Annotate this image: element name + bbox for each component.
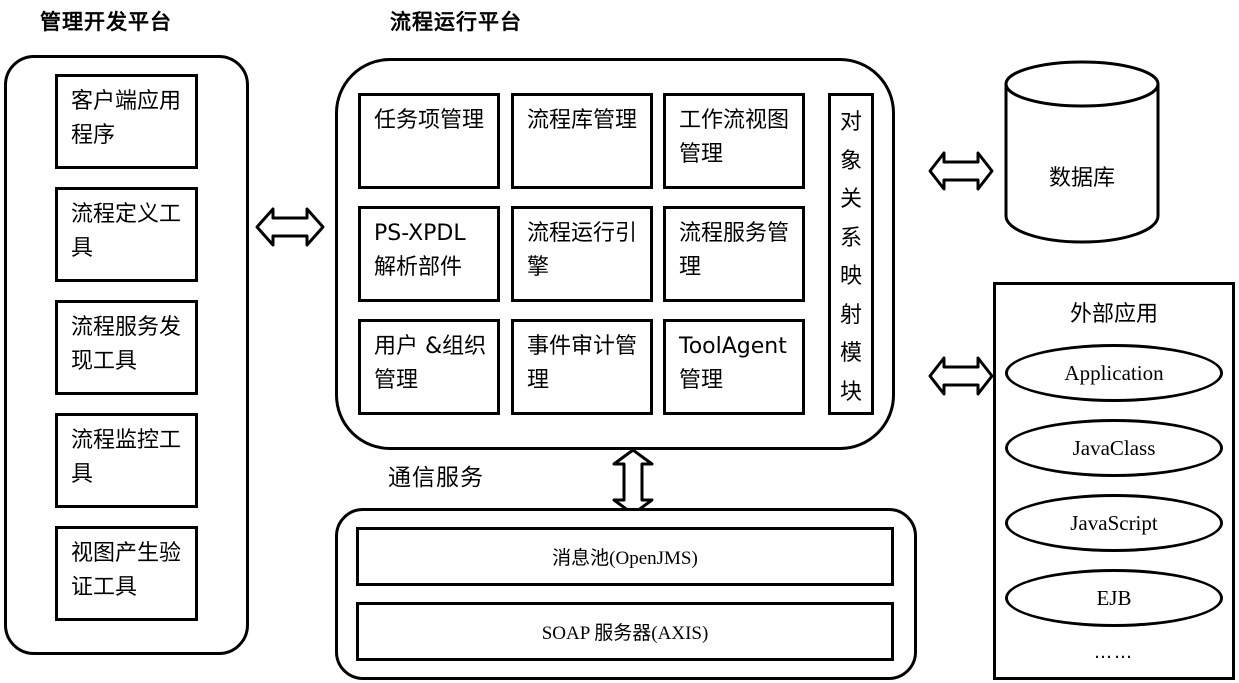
bidirectional-arrow-runtime-communication	[612, 448, 654, 516]
bidirectional-arrow-runtime-database	[928, 151, 994, 191]
runtime-module-ps-xpdl-parser: PS-XPDL解析部件	[358, 206, 500, 302]
external-app-javascript: JavaScript	[1005, 494, 1223, 552]
runtime-module-service-management: 流程服务管理	[663, 206, 805, 302]
management-platform-title: 管理开发平台	[40, 10, 172, 34]
database-cylinder	[1004, 60, 1160, 244]
runtime-module-orm: 对 象 关 系 映 射 模 块	[828, 93, 874, 415]
management-item-view-validation-tool: 视图产生验证工具	[55, 526, 198, 621]
runtime-module-task-management: 任务项管理	[358, 93, 500, 189]
orm-char: 映	[839, 264, 862, 289]
orm-char: 模	[839, 341, 862, 366]
external-app-application: Application	[1005, 344, 1223, 402]
management-item-client-app: 客户端应用程序	[55, 74, 198, 169]
runtime-module-process-library: 流程库管理	[511, 93, 653, 189]
management-item-process-definition-tool: 流程定义工具	[55, 187, 198, 282]
bidirectional-arrow-mgmt-runtime	[255, 207, 325, 247]
orm-char: 块	[839, 379, 862, 405]
orm-char: 系	[839, 225, 862, 251]
orm-char: 对	[839, 110, 862, 135]
message-pool-openjms: 消息池(OpenJMS)	[356, 527, 894, 586]
runtime-module-workflow-view: 工作流视图管理	[663, 93, 805, 189]
management-item-service-discovery-tool: 流程服务发现工具	[55, 300, 198, 395]
runtime-module-process-engine: 流程运行引擎	[511, 206, 653, 302]
soap-server-axis: SOAP 服务器(AXIS)	[356, 602, 894, 661]
external-apps-title: 外部应用	[1069, 302, 1158, 327]
runtime-platform-title: 流程运行平台	[390, 10, 522, 34]
external-app-javaclass: JavaClass	[1005, 419, 1223, 477]
communication-service-title: 通信服务	[388, 465, 484, 491]
runtime-module-toolagent: ToolAgent 管理	[663, 319, 805, 415]
orm-char: 关	[839, 187, 862, 212]
database-label: 数据库	[1048, 166, 1115, 191]
external-app-ejb: EJB	[1005, 569, 1223, 627]
bidirectional-arrow-runtime-external	[928, 356, 994, 396]
management-item-monitor-tool: 流程监控工具	[55, 413, 198, 508]
orm-char: 射	[839, 302, 862, 328]
orm-char: 象	[839, 148, 862, 174]
runtime-module-user-org: 用户 &组织管理	[358, 319, 500, 415]
runtime-module-event-audit: 事件审计管理	[511, 319, 653, 415]
external-apps-more: ……	[1094, 642, 1134, 663]
